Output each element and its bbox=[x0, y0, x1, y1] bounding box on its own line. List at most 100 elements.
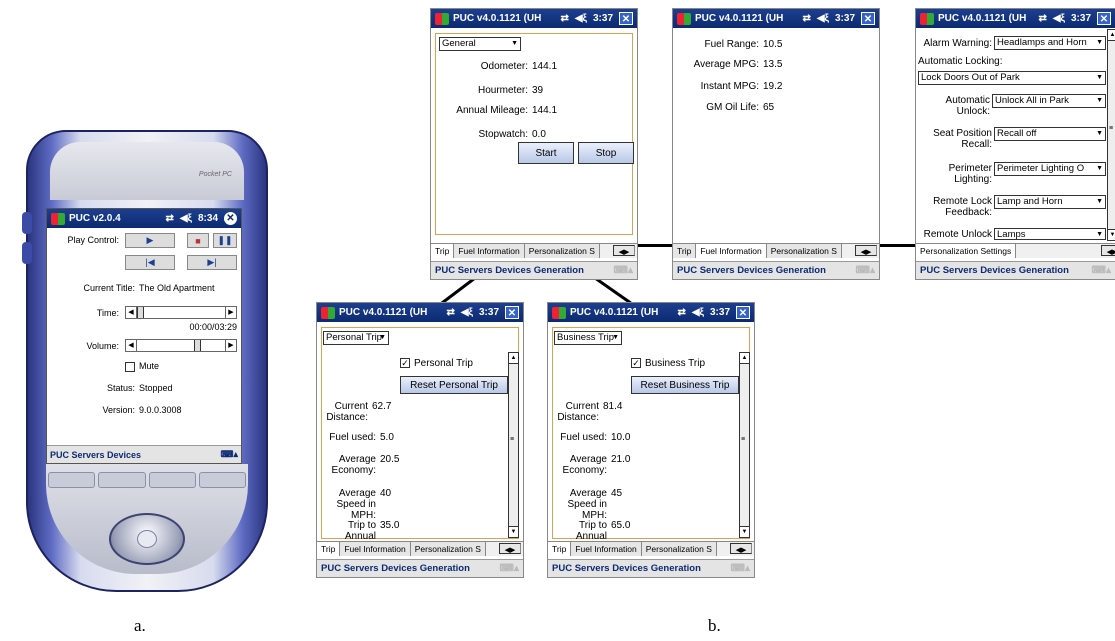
hardware-key[interactable] bbox=[48, 472, 96, 488]
stop-button[interactable]: Stop bbox=[578, 142, 634, 164]
windows-start-icon[interactable] bbox=[51, 212, 65, 225]
menu-bar-label[interactable]: PUC Servers Devices Generation bbox=[920, 265, 1069, 276]
keyboard-icon[interactable]: ⌨▴ bbox=[856, 265, 875, 276]
personal-trip-checkbox-row[interactable]: ✓ Personal Trip bbox=[400, 358, 473, 369]
seat-position-recall-dropdown[interactable]: Recall off ▼ bbox=[994, 127, 1106, 141]
windows-start-icon[interactable] bbox=[435, 12, 449, 25]
dpad-center[interactable] bbox=[137, 530, 157, 548]
mute-checkbox-row[interactable]: Mute bbox=[125, 361, 159, 372]
clock[interactable]: 3:37 bbox=[835, 13, 855, 24]
perimeter-lighting-dropdown[interactable]: Perimeter Lighting O ▼ bbox=[994, 162, 1106, 176]
tab-trip[interactable]: Trip bbox=[431, 244, 455, 258]
keyboard-icon[interactable]: ⌨▴ bbox=[500, 563, 519, 574]
speaker-icon[interactable]: ◀ξ bbox=[180, 213, 192, 224]
slider-left-arrow-icon[interactable]: ◀ bbox=[126, 307, 137, 318]
tab-fuel-information[interactable]: Fuel Information bbox=[340, 542, 411, 556]
clock[interactable]: 3:37 bbox=[479, 307, 499, 318]
speaker-icon[interactable]: ◀ξ bbox=[461, 307, 473, 318]
remote-unlock-dropdown[interactable]: Lamps ▼ bbox=[994, 228, 1106, 240]
close-icon[interactable]: ✕ bbox=[224, 212, 237, 225]
dpad-navigation[interactable] bbox=[109, 513, 185, 565]
close-icon[interactable]: ✕ bbox=[861, 12, 875, 25]
tab-scroll-arrows-icon[interactable]: ◀▶ bbox=[855, 245, 877, 256]
business-trip-checkbox[interactable]: ✓ bbox=[631, 358, 641, 369]
keyboard-icon[interactable]: ⌨▴ bbox=[731, 563, 750, 574]
tab-trip[interactable]: Trip bbox=[673, 244, 697, 258]
clock[interactable]: 3:37 bbox=[1071, 13, 1091, 24]
volume-slider[interactable]: ◀ ▶ bbox=[125, 339, 237, 352]
automatic-unlock-dropdown[interactable]: Unlock All in Park ▼ bbox=[992, 94, 1106, 108]
tab-fuel-information[interactable]: Fuel Information bbox=[454, 244, 525, 258]
tab-scroll-arrows-icon[interactable]: ◀▶ bbox=[1101, 245, 1115, 256]
scroll-thumb-grip-icon[interactable]: ≡ bbox=[741, 436, 745, 443]
scroll-down-arrow-icon[interactable]: ▼ bbox=[740, 526, 749, 537]
menu-bar-label[interactable]: PUC Servers Devices Generation bbox=[677, 265, 826, 276]
connectivity-icon[interactable]: ⇄ bbox=[165, 213, 173, 224]
tab-scroll-arrows-icon[interactable]: ◀▶ bbox=[730, 543, 752, 554]
keyboard-icon[interactable]: ⌨▴ bbox=[614, 265, 633, 276]
scroll-thumb-grip-icon[interactable]: ≡ bbox=[510, 436, 514, 443]
alarm-warning-dropdown[interactable]: Headlamps and Horn ▼ bbox=[994, 36, 1106, 50]
tab-personalization[interactable]: Personalization S bbox=[766, 244, 842, 258]
menu-bar-label[interactable]: PUC Servers Devices bbox=[50, 450, 141, 460]
slider-right-arrow-icon[interactable]: ▶ bbox=[225, 307, 236, 318]
tab-trip[interactable]: Trip bbox=[548, 542, 572, 556]
vertical-scrollbar[interactable]: ▲ ≡ ▼ bbox=[1107, 29, 1115, 241]
reset-personal-trip-button[interactable]: Reset Personal Trip bbox=[400, 376, 508, 394]
start-button[interactable]: Start bbox=[518, 142, 574, 164]
tab-personalization[interactable]: Personalization S bbox=[641, 542, 717, 556]
category-dropdown[interactable]: General ▼ bbox=[439, 37, 521, 51]
clock[interactable]: 3:37 bbox=[710, 307, 730, 318]
speaker-icon[interactable]: ◀ξ bbox=[575, 13, 587, 24]
menu-bar-label[interactable]: PUC Servers Devices Generation bbox=[435, 265, 584, 276]
time-slider[interactable]: ◀ ▶ bbox=[125, 306, 237, 319]
vertical-scrollbar[interactable]: ▲ ≡ ▼ bbox=[508, 352, 519, 538]
speaker-icon[interactable]: ◀ξ bbox=[817, 13, 829, 24]
connectivity-icon[interactable]: ⇄ bbox=[560, 13, 568, 24]
close-icon[interactable]: ✕ bbox=[505, 306, 519, 319]
windows-start-icon[interactable] bbox=[677, 12, 691, 25]
vertical-scrollbar[interactable]: ▲ ≡ ▼ bbox=[739, 352, 750, 538]
tab-personalization-settings[interactable]: Personalization Settings bbox=[916, 244, 1017, 258]
close-icon[interactable]: ✕ bbox=[619, 12, 633, 25]
time-slider-thumb[interactable] bbox=[137, 307, 144, 318]
hardware-key[interactable] bbox=[98, 472, 146, 488]
scroll-up-arrow-icon[interactable]: ▲ bbox=[509, 353, 518, 364]
hardware-key[interactable] bbox=[198, 472, 246, 488]
mute-checkbox[interactable] bbox=[125, 361, 135, 372]
stop-button[interactable]: ■ bbox=[187, 233, 209, 248]
category-dropdown[interactable]: Personal Trip ▼ bbox=[323, 331, 389, 345]
close-icon[interactable]: ✕ bbox=[1097, 12, 1111, 25]
connectivity-icon[interactable]: ⇄ bbox=[446, 307, 454, 318]
slider-left-arrow-icon[interactable]: ◀ bbox=[126, 340, 137, 351]
remote-lock-feedback-dropdown[interactable]: Lamp and Horn ▼ bbox=[994, 195, 1106, 209]
slider-right-arrow-icon[interactable]: ▶ bbox=[225, 340, 236, 351]
next-track-button[interactable]: ▶| bbox=[187, 255, 237, 270]
menu-bar-label[interactable]: PUC Servers Devices Generation bbox=[552, 563, 701, 574]
play-button[interactable]: ▶ bbox=[125, 233, 175, 248]
scroll-down-arrow-icon[interactable]: ▼ bbox=[1108, 229, 1115, 240]
windows-start-icon[interactable] bbox=[321, 306, 335, 319]
connectivity-icon[interactable]: ⇄ bbox=[677, 307, 685, 318]
side-button[interactable] bbox=[22, 212, 32, 234]
volume-slider-thumb[interactable] bbox=[194, 340, 201, 351]
connectivity-icon[interactable]: ⇄ bbox=[802, 13, 810, 24]
tab-fuel-information[interactable]: Fuel Information bbox=[571, 542, 642, 556]
tab-fuel-information[interactable]: Fuel Information bbox=[696, 244, 767, 258]
scroll-down-arrow-icon[interactable]: ▼ bbox=[509, 526, 518, 537]
clock[interactable]: 3:37 bbox=[593, 13, 613, 24]
close-icon[interactable]: ✕ bbox=[736, 306, 750, 319]
keyboard-icon[interactable]: ⌨▴ bbox=[220, 449, 238, 460]
tab-scroll-arrows-icon[interactable]: ◀▶ bbox=[613, 245, 635, 256]
speaker-icon[interactable]: ◀ξ bbox=[692, 307, 704, 318]
tab-personalization[interactable]: Personalization S bbox=[524, 244, 600, 258]
personal-trip-checkbox[interactable]: ✓ bbox=[400, 358, 410, 369]
side-button[interactable] bbox=[22, 242, 32, 264]
pause-button[interactable]: ❚❚ bbox=[213, 233, 237, 248]
keyboard-icon[interactable]: ⌨▴ bbox=[1092, 265, 1111, 276]
menu-bar-label[interactable]: PUC Servers Devices Generation bbox=[321, 563, 470, 574]
windows-start-icon[interactable] bbox=[920, 12, 934, 25]
tab-trip[interactable]: Trip bbox=[317, 542, 341, 556]
reset-business-trip-button[interactable]: Reset Business Trip bbox=[631, 376, 739, 394]
scroll-thumb-grip-icon[interactable]: ≡ bbox=[1109, 125, 1113, 132]
